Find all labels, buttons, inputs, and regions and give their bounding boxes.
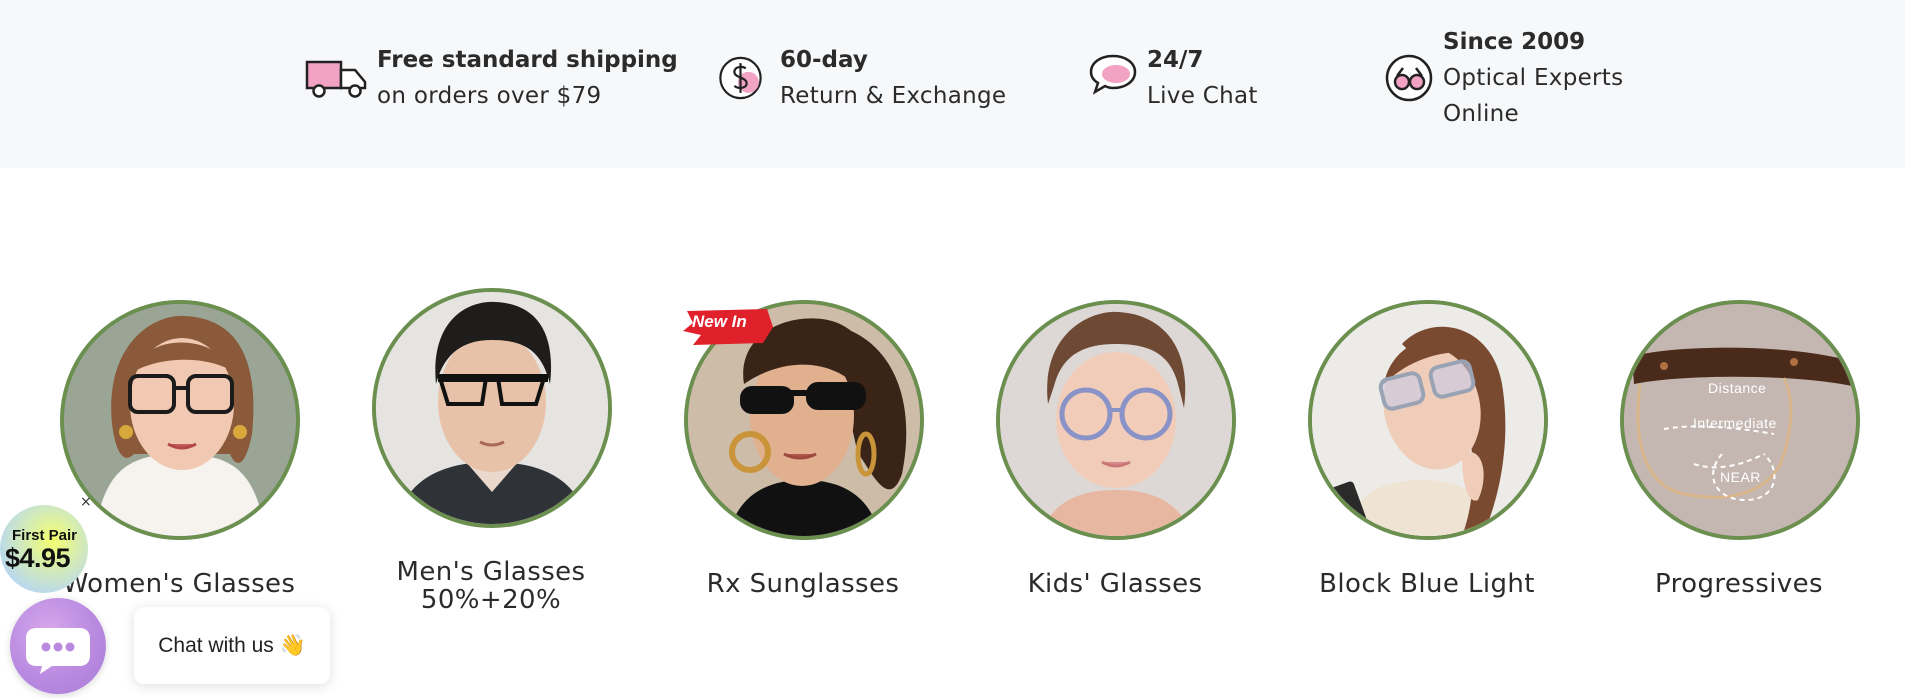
benefit-since: Since 2009 Optical Experts Online	[1383, 24, 1653, 132]
category-image[interactable]	[60, 300, 300, 540]
promo-price[interactable]: $4.95	[5, 543, 71, 574]
progressive-zone-near: NEAR	[1720, 469, 1761, 485]
category-label[interactable]: Rx Sunglasses	[648, 570, 958, 598]
progressive-zone-intermediate: Intermediate	[1693, 415, 1777, 431]
benefits-bar: Free standard shipping on orders over $7…	[0, 0, 1905, 168]
category-image[interactable]	[1308, 300, 1548, 540]
benefit-subtitle: Optical Experts Online	[1443, 65, 1624, 127]
category-sublabel: 50%+20%	[420, 585, 562, 615]
chat-with-us-bubble[interactable]: Chat with us 👋	[134, 607, 330, 684]
benefit-title: Since 2009	[1443, 29, 1586, 55]
glasses-badge-icon	[1385, 54, 1433, 102]
chat-launcher-button[interactable]	[10, 598, 106, 694]
category-label[interactable]: Men's Glasses	[336, 558, 646, 586]
new-in-badge-label: New In	[692, 312, 747, 331]
category-label[interactable]: Kids' Glasses	[960, 570, 1270, 598]
progressive-zone-distance: Distance	[1708, 380, 1767, 396]
category-image[interactable]	[372, 288, 612, 528]
dollar-coin-icon	[719, 56, 762, 100]
chat-dots-icon	[26, 628, 90, 674]
chat-bubble-icon	[1089, 54, 1137, 95]
benefit-subtitle: Live Chat	[1147, 83, 1258, 109]
chat-bubble-label[interactable]: Chat with us 👋	[158, 634, 306, 658]
benefit-shipping: Free standard shipping on orders over $7…	[305, 42, 678, 114]
truck-icon	[305, 60, 367, 98]
category-image[interactable]	[996, 300, 1236, 540]
benefit-subtitle: on orders over $79	[377, 83, 602, 109]
benefit-subtitle: Return & Exchange	[780, 83, 1007, 109]
category-label[interactable]: Progressives	[1584, 570, 1894, 598]
promo-close-icon[interactable]: ×	[80, 494, 92, 510]
promo-title[interactable]: First Pair	[12, 527, 77, 544]
benefit-title: 24/7	[1147, 47, 1204, 73]
benefit-title: Free standard shipping	[377, 47, 678, 73]
benefit-chat: 24/7 Live Chat	[1087, 42, 1258, 114]
benefit-return: 60-day Return & Exchange	[716, 42, 1006, 114]
category-label[interactable]: Block Blue Light	[1272, 570, 1582, 598]
benefit-title: 60-day	[780, 47, 868, 73]
